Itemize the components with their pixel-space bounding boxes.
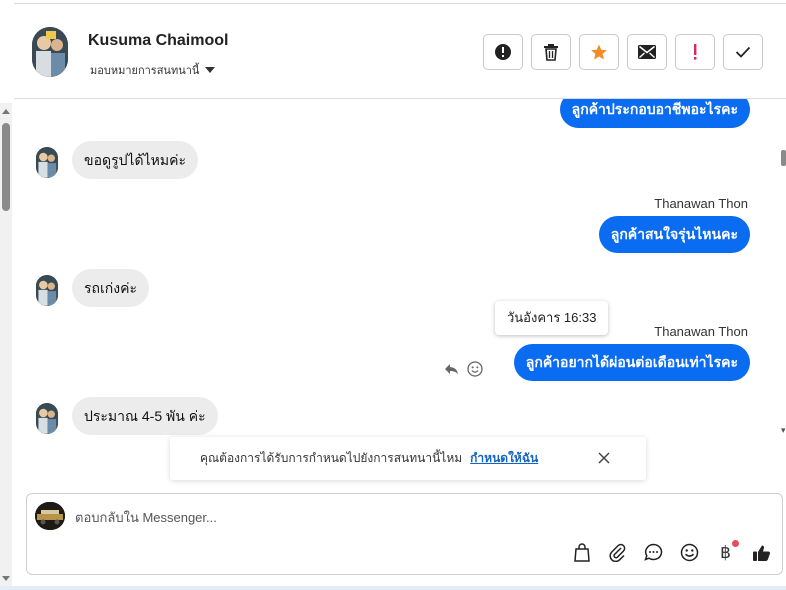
- conversation-header: Kusuma Chaimool มอบหมายการสนทนานี้: [14, 5, 786, 99]
- scroll-down-icon[interactable]: [2, 576, 10, 581]
- shopping-bag-icon: [573, 543, 590, 562]
- shopping-bag-button[interactable]: [571, 542, 592, 563]
- notification-dot: [732, 540, 739, 547]
- reply-input[interactable]: [75, 506, 575, 528]
- page-avatar: [35, 502, 65, 530]
- baht-payment-icon: ฿: [720, 542, 731, 563]
- assign-label: มอบหมายการสนทนานี้: [90, 65, 200, 77]
- delete-button[interactable]: [531, 34, 571, 70]
- message-composer: ฿: [26, 493, 783, 575]
- saved-replies-button[interactable]: [643, 542, 664, 563]
- caret-down-icon: [205, 67, 216, 73]
- mark-done-button[interactable]: [723, 34, 763, 70]
- contact-avatar-small: [36, 147, 58, 178]
- page-scrollbar[interactable]: [0, 103, 12, 587]
- top-frame: [14, 0, 786, 4]
- message-incoming[interactable]: ประมาณ 4-5 พัน ค่ะ: [72, 397, 218, 435]
- sender-name: Thanawan Thon: [654, 324, 748, 339]
- message-outgoing[interactable]: ลูกค้าประกอบอาชีพอะไรคะ: [559, 99, 750, 128]
- check-icon: [735, 46, 751, 58]
- message-outgoing[interactable]: ลูกค้าอยากได้ผ่อนต่อเดือนเท่าไรคะ: [513, 344, 750, 381]
- message-incoming[interactable]: ขอดูรูปได้ไหมค่ะ: [72, 141, 198, 179]
- contact-avatar-small: [36, 275, 58, 306]
- assign-prompt-text: คุณต้องการได้รับการกำหนดไปยังการสนทนานี้…: [200, 451, 463, 465]
- mark-spam-button[interactable]: [483, 34, 523, 70]
- envelope-icon: [638, 45, 656, 59]
- emoji-button[interactable]: [679, 542, 700, 563]
- composer-toolbar: ฿: [571, 540, 772, 563]
- exclamation-icon: [694, 44, 697, 60]
- contact-name: Kusuma Chaimool: [88, 32, 229, 49]
- paperclip-icon: [609, 543, 626, 562]
- message-incoming[interactable]: รถเก่งค่ะ: [72, 269, 149, 307]
- alert-circle-icon: [495, 44, 511, 60]
- follow-up-button[interactable]: [675, 34, 715, 70]
- mark-unread-button[interactable]: [627, 34, 667, 70]
- attach-button[interactable]: [607, 542, 628, 563]
- message-scrollbar-thumb[interactable]: [781, 150, 786, 166]
- contact-avatar-small: [36, 403, 58, 434]
- close-icon[interactable]: [596, 450, 612, 466]
- star-button[interactable]: [579, 34, 619, 70]
- star-icon: [591, 44, 607, 60]
- scrollbar-thumb[interactable]: [2, 123, 10, 211]
- thumbs-up-button[interactable]: [751, 542, 772, 563]
- contact-avatar[interactable]: [32, 27, 68, 77]
- message-outgoing[interactable]: ลูกค้าสนใจรุ่นไหนคะ: [598, 216, 750, 253]
- window-bottom-edge: [0, 586, 786, 590]
- assign-conversation-dropdown[interactable]: มอบหมายการสนทนานี้: [90, 61, 216, 79]
- message-thread: ลูกค้าประกอบอาชีพอะไรคะ ขอดูรูปได้ไหมค่ะ…: [14, 99, 780, 489]
- assign-to-me-link[interactable]: กำหนดให้ฉัน: [470, 449, 538, 468]
- scroll-up-icon[interactable]: [2, 109, 10, 114]
- assign-prompt-banner: คุณต้องการได้รับการกำหนดไปยังการสนทนานี้…: [170, 437, 646, 480]
- header-actions: [483, 34, 763, 70]
- scroll-down-caret-icon[interactable]: ▾: [781, 425, 786, 436]
- reply-icon[interactable]: [444, 363, 459, 375]
- thumbs-up-icon: [753, 545, 771, 561]
- saved-reply-icon: [644, 543, 663, 561]
- message-hover-actions: [444, 361, 483, 377]
- payment-button[interactable]: ฿: [715, 540, 739, 563]
- emoji-react-icon[interactable]: [467, 361, 483, 377]
- emoji-icon: [680, 543, 699, 562]
- trash-icon: [544, 44, 558, 61]
- sender-name: Thanawan Thon: [654, 196, 748, 211]
- timestamp-tooltip: วันอังคาร 16:33: [495, 301, 609, 335]
